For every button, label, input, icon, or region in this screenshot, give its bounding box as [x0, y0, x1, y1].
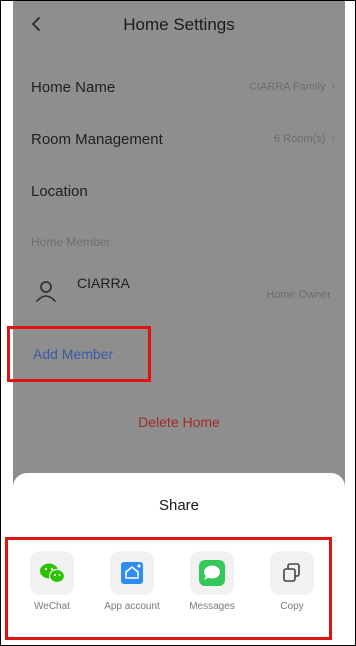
room-management-label: Room Management: [31, 131, 163, 148]
user-icon: [35, 279, 57, 305]
home-name-label: Home Name: [31, 79, 116, 96]
member-role: Home Owner: [266, 289, 331, 301]
share-options-highlight-box: [5, 537, 332, 640]
share-sheet-title: Share: [158, 497, 200, 514]
home-member-section-label: Home Member: [31, 235, 111, 249]
home-name-value: CIARRA Family ›: [248, 81, 335, 93]
location-label: Location: [31, 183, 88, 200]
home-name-row[interactable]: Home Name CIARRA Family ›: [13, 69, 345, 109]
location-row[interactable]: Location: [13, 173, 345, 213]
chevron-right-icon: ›: [331, 133, 335, 145]
chevron-right-icon: ›: [331, 81, 335, 93]
delete-home-button[interactable]: Delete Home: [13, 414, 345, 430]
member-name: CIARRA: [77, 275, 130, 291]
add-member-highlight-box: [7, 326, 151, 382]
room-management-row[interactable]: Room Management 6 Room(s) ›: [13, 121, 345, 161]
screenshot-frame: Home Settings Home Name CIARRA Family › R…: [0, 0, 356, 646]
page-title: Home Settings: [123, 15, 235, 34]
nav-bar: Home Settings: [13, 1, 345, 49]
room-management-value: 6 Room(s) ›: [273, 133, 335, 145]
member-row[interactable]: CIARRA Home Owner: [13, 273, 345, 323]
